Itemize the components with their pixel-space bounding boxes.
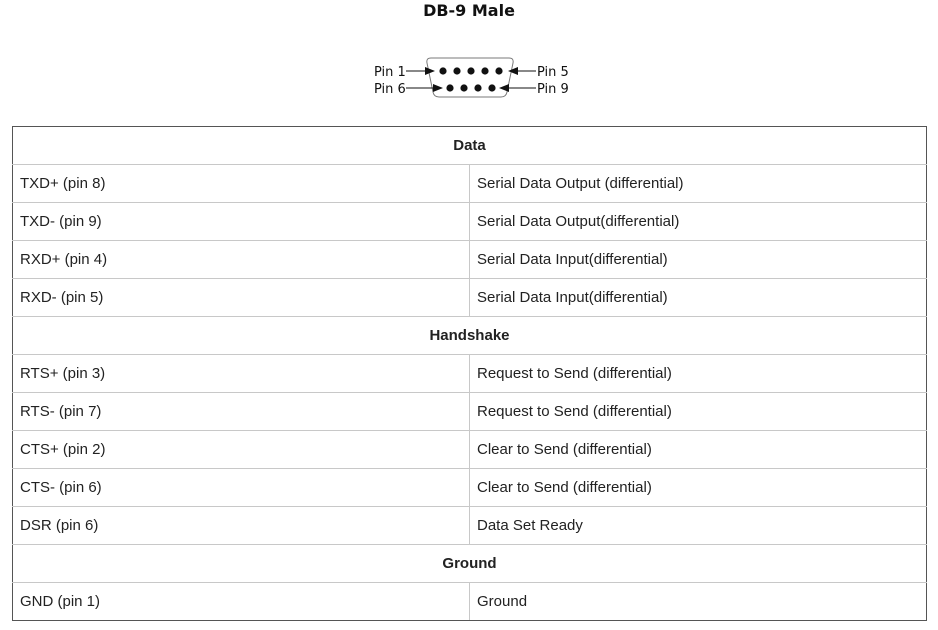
connector-pin [481,67,489,75]
pin-description-cell: Request to Send (differential) [469,354,927,393]
label-pin-1: Pin 1 [374,65,406,80]
pin-signal-cell: CTS- (pin 6) [12,468,470,507]
section-heading: Handshake [12,316,927,355]
pin-signal-cell: TXD- (pin 9) [12,202,470,241]
table-row: RTS+ (pin 3) Request to Send (differentia… [12,354,927,393]
pin-description-cell: Data Set Ready [469,506,927,545]
pin-signal-cell: RTS+ (pin 3) [12,354,470,393]
pin-description-cell: Clear to Send (differential) [469,468,927,507]
pin-signal-cell: TXD+ (pin 8) [12,164,470,203]
connector-pin [488,84,496,92]
table-section-header: Ground [12,544,927,583]
pin-description-cell: Serial Data Output(differential) [469,202,927,241]
connector-pin [446,84,454,92]
pin-signal-cell: CTS+ (pin 2) [12,430,470,469]
connector-pin [474,84,482,92]
table-section-header: Handshake [12,316,927,355]
pin-description-cell: Ground [469,582,927,621]
table-row: GND (pin 1) Ground [12,582,927,621]
section-heading: Ground [12,544,927,583]
pin-description-cell: Request to Send (differential) [469,392,927,431]
label-pin-6: Pin 6 [374,82,406,97]
table-row: RXD- (pin 5) Serial Data Input(differenti… [12,278,927,317]
connector-shell [426,57,514,98]
pin-signal-cell: RTS- (pin 7) [12,392,470,431]
pin-description-cell: Serial Data Input(differential) [469,240,927,279]
pin-description-cell: Serial Data Input(differential) [469,278,927,317]
connector-pin [460,84,468,92]
label-pin-5: Pin 5 [537,65,569,80]
pinout-table: Data TXD+ (pin 8) Serial Data Output (diff… [12,126,927,621]
section-heading: Data [12,126,927,165]
db9-connector-diagram: Pin 1 Pin 6 Pin 5 Pin 9 [374,57,569,98]
table-row: TXD+ (pin 8) Serial Data Output (differen… [12,164,927,203]
connector-pin [439,67,447,75]
table-row: CTS+ (pin 2) Clear to Send (differential) [12,430,927,469]
pin-signal-cell: GND (pin 1) [12,582,470,621]
table-section-header: Data [12,126,927,165]
connector-pin [495,67,503,75]
pin-signal-cell: DSR (pin 6) [12,506,470,545]
table-row: TXD- (pin 9) Serial Data Output(different… [12,202,927,241]
table-row: DSR (pin 6) Data Set Ready [12,506,927,545]
table-row: RTS- (pin 7) Request to Send (differentia… [12,392,927,431]
table-row: RXD+ (pin 4) Serial Data Input(differenti… [12,240,927,279]
pin-signal-cell: RXD- (pin 5) [12,278,470,317]
connector-pin [467,67,475,75]
connector-pin [453,67,461,75]
table-row: CTS- (pin 6) Clear to Send (differential) [12,468,927,507]
pin-description-cell: Clear to Send (differential) [469,430,927,469]
pin-signal-cell: RXD+ (pin 4) [12,240,470,279]
label-pin-9: Pin 9 [537,82,569,97]
pin-description-cell: Serial Data Output (differential) [469,164,927,203]
